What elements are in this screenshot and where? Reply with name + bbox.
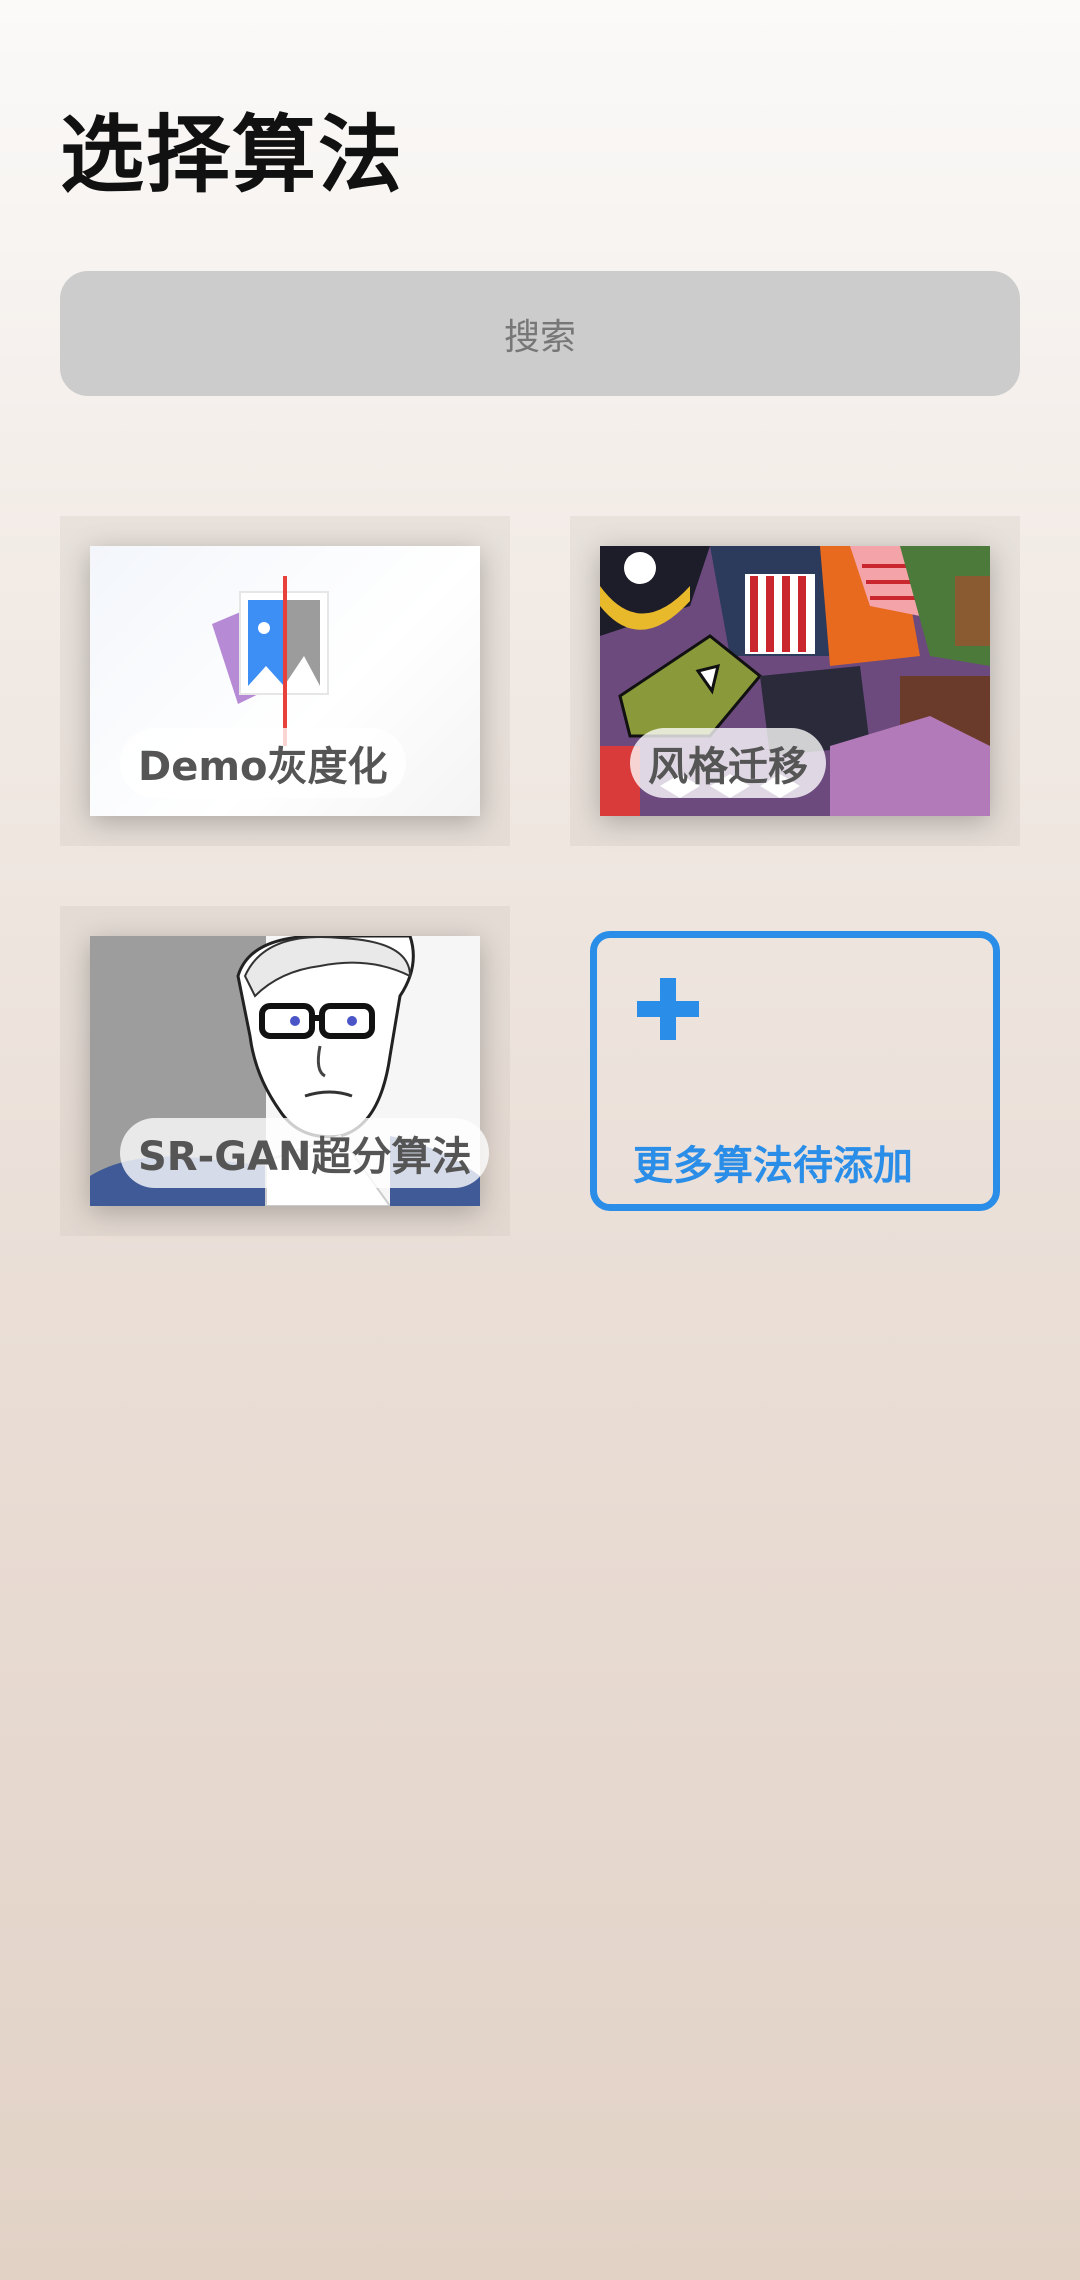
add-algorithm-label: 更多算法待添加 (633, 1143, 913, 1189)
algorithm-card-demo-grayscale[interactable]: Demo灰度化 (60, 516, 510, 846)
algorithm-label: 风格迁移 (630, 728, 826, 798)
add-algorithm-button[interactable]: 更多算法待添加 (590, 931, 1000, 1211)
algorithm-card-sr-gan[interactable]: SR-GAN超分算法 (60, 906, 510, 1236)
search-placeholder: 搜索 (503, 316, 576, 358)
plus-icon (637, 978, 699, 1040)
algorithm-label: Demo灰度化 (120, 728, 406, 798)
search-input[interactable]: 搜索 (60, 271, 1020, 396)
page-title: 选择算法 (60, 106, 405, 204)
algorithm-card-style-transfer[interactable]: 风格迁移 (570, 516, 1020, 846)
algorithm-label: SR-GAN超分算法 (120, 1118, 490, 1188)
